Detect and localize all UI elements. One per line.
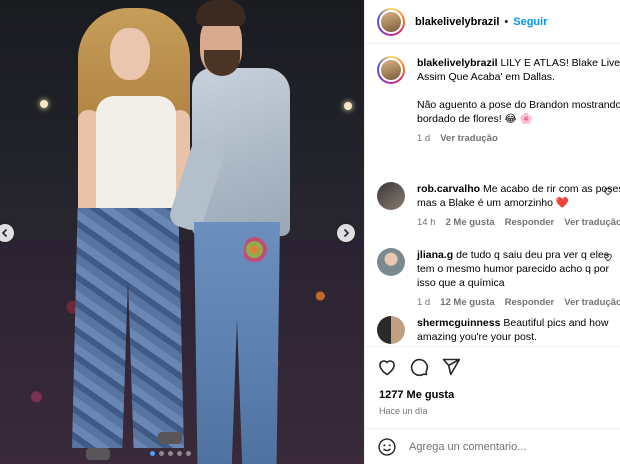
comment-like-icon[interactable] (603, 186, 613, 196)
caption-avatar[interactable] (377, 56, 405, 84)
carousel-next-button[interactable] (337, 224, 355, 242)
comment: jliana.g de tudo q saiu deu pra ver q el… (377, 248, 620, 310)
see-translation-link[interactable]: Ver tradução (440, 132, 498, 146)
post-header: blakelivelybrazil • Seguir (365, 0, 620, 44)
reply-button[interactable]: Responder (505, 296, 555, 310)
likes-count[interactable]: 1277 Me gusta (379, 389, 454, 401)
photo-light (40, 100, 48, 108)
person-woman-face (110, 28, 150, 80)
comment-like-icon[interactable] (603, 252, 613, 262)
caption: blakelivelybrazil LILY E ATLAS! Blake Li… (377, 56, 620, 146)
person-woman-shoe (86, 448, 110, 460)
header-separator: • (504, 15, 509, 28)
comment-input[interactable] (409, 440, 609, 453)
carousel-dot (168, 451, 173, 456)
like-icon[interactable] (377, 357, 397, 377)
see-translation-link[interactable]: Ver tradução (564, 216, 620, 230)
carousel-dot (159, 451, 164, 456)
post-details-panel: blakelivelybrazil • Seguir blakelivelybr… (364, 0, 620, 464)
comment-age: 1 d (417, 297, 431, 308)
post-actions (365, 346, 620, 386)
comment-avatar[interactable] (377, 248, 405, 276)
caption-text-2: Não aguento a pose do Brandon mostrando … (417, 99, 620, 125)
photo-light (344, 102, 352, 110)
author-username[interactable]: blakelivelybrazil (415, 16, 499, 28)
comment: rob.carvalho Me acabo de rir com as pose… (377, 182, 620, 230)
comment: shermcguinness Beautiful pics and how am… (377, 316, 620, 344)
comment-likes[interactable]: 12 Me gusta (440, 296, 494, 310)
comments-list[interactable]: blakelivelybrazil LILY E ATLAS! Blake Li… (365, 44, 620, 346)
see-translation-link[interactable]: Ver tradução (564, 296, 620, 310)
share-icon[interactable] (441, 357, 461, 377)
person-man-hair (196, 0, 246, 26)
embroidered-flower-patch (244, 236, 270, 270)
emoji-icon[interactable] (377, 437, 397, 457)
person-woman-top (96, 96, 176, 214)
chevron-left-icon (1, 228, 8, 238)
carousel-dot (150, 451, 155, 456)
reply-button[interactable]: Responder (505, 216, 555, 230)
comment-composer (365, 428, 620, 464)
author-avatar[interactable] (377, 7, 405, 36)
carousel-dot (186, 451, 191, 456)
post-photo[interactable] (0, 0, 364, 464)
comment-avatar[interactable] (377, 182, 405, 210)
comment-avatar[interactable] (377, 316, 405, 344)
carousel-indicator (150, 451, 191, 456)
caption-age: 1 d (417, 133, 431, 144)
comment-age: 14 h (417, 217, 436, 228)
carousel-dot (177, 451, 182, 456)
comment-username[interactable]: jliana.g (417, 249, 453, 261)
follow-button[interactable]: Seguir (513, 16, 547, 28)
chevron-right-icon (343, 228, 350, 238)
comment-likes[interactable]: 2 Me gusta (446, 216, 495, 230)
caption-username[interactable]: blakelivelybrazil (417, 57, 498, 69)
comment-icon[interactable] (409, 357, 429, 377)
post-time: Hace un día (379, 406, 428, 416)
comment-username[interactable]: rob.carvalho (417, 183, 480, 195)
person-woman-shoe (158, 432, 182, 444)
comment-username[interactable]: shermcguinness (417, 317, 500, 329)
